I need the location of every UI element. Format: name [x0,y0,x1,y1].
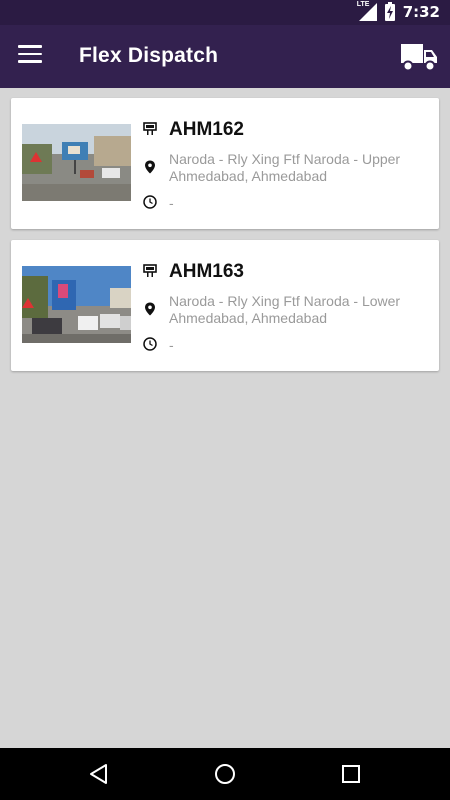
clock-time: 7:32 [402,3,440,21]
navigation-bar [0,748,450,800]
site-list: AHM162 Naroda - Rly Xing Ftf Naroda - Up… [11,98,439,382]
site-code: AHM162 [169,119,244,140]
billboard-icon [143,122,157,135]
site-photo [22,266,131,343]
location-pin-icon [145,302,155,316]
signal-icon: LTE [356,1,377,21]
site-card[interactable]: AHM163 Naroda - Rly Xing Ftf Naroda - Lo… [11,240,439,371]
location-pin-icon [145,160,155,174]
site-time: - [169,195,174,211]
site-address: Naroda - Rly Xing Ftf Naroda - Upper Ahm… [169,151,401,184]
site-photo [22,124,131,201]
site-card[interactable]: AHM162 Naroda - Rly Xing Ftf Naroda - Up… [11,98,439,229]
truck-icon[interactable] [401,42,438,72]
status-bar: LTE 7:32 [0,0,450,25]
home-icon[interactable] [213,762,237,786]
network-type: LTE [356,1,370,8]
clock-icon [143,337,157,351]
site-code: AHM163 [169,261,244,282]
site-address: Naroda - Rly Xing Ftf Naroda - Lower Ahm… [169,293,401,326]
app-bar: Flex Dispatch [0,25,450,88]
battery-icon [384,1,395,21]
billboard-icon [143,264,157,277]
back-icon[interactable] [87,762,111,786]
clock-icon [143,195,157,209]
site-time: - [169,337,174,353]
recents-icon[interactable] [339,762,363,786]
menu-icon[interactable] [18,45,42,69]
app-title: Flex Dispatch [79,44,219,67]
